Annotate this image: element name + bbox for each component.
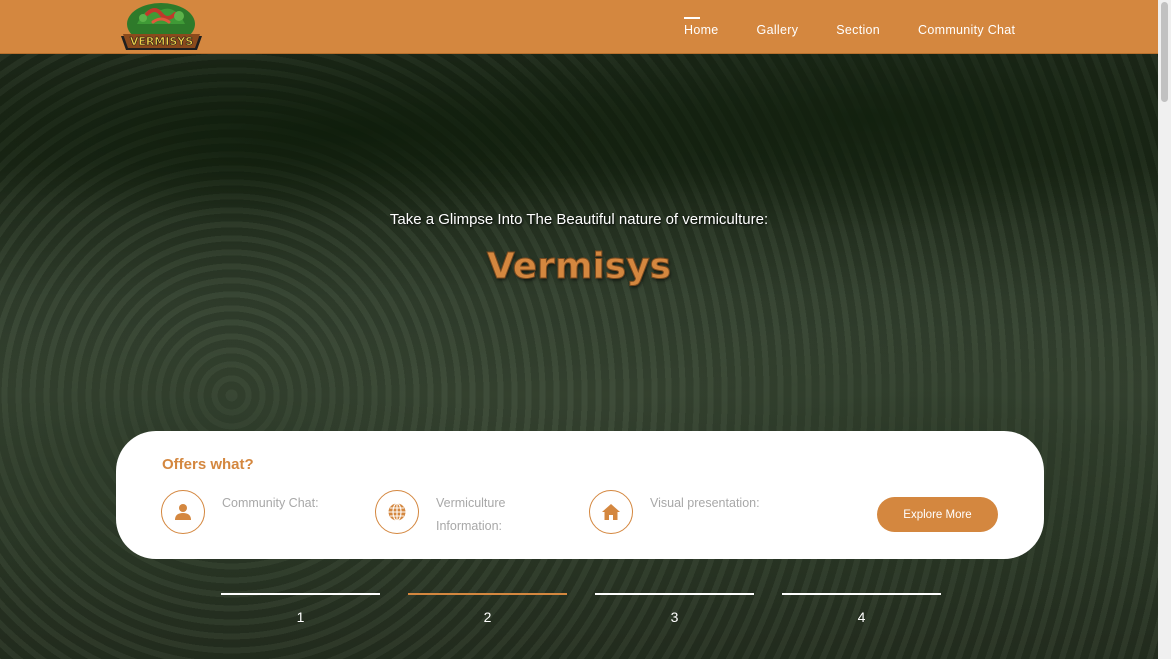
globe-icon [375,490,419,534]
logo-text: VERMISYS [130,35,193,48]
slider-indicators: 1 2 3 4 [221,593,969,625]
hero-background [0,0,1158,659]
slider-indicator-2[interactable]: 2 [408,593,567,625]
slider-indicator-4[interactable]: 4 [782,593,941,625]
hero-tagline: Take a Glimpse Into The Beautiful nature… [389,211,769,228]
nav-links: Home Gallery Section Community Chat [684,17,1053,37]
offers-card: Offers what? Community Chat: Vermicultur… [116,431,1044,559]
vermisys-logo[interactable]: VERMISYS [117,2,206,52]
hero-title: Vermisys [486,246,672,288]
slider-indicator-3[interactable]: 3 [595,593,754,625]
home-icon [589,490,633,534]
offer-label-visual-presentation: Visual presentation: [650,496,760,510]
scrollbar-thumb[interactable] [1161,2,1168,102]
slider-indicator-1[interactable]: 1 [221,593,380,625]
offers-title: Offers what? [162,456,254,473]
navbar: VERMISYS Home Gallery Section Community … [0,0,1158,54]
nav-link-home[interactable]: Home [684,17,719,37]
nav-link-section[interactable]: Section [836,23,880,37]
offer-label-vermiculture-information: Vermiculture Information: [436,496,506,533]
nav-link-gallery[interactable]: Gallery [757,23,799,37]
offer-label-community-chat: Community Chat: [222,496,319,510]
user-icon [161,490,205,534]
nav-link-community-chat[interactable]: Community Chat [918,23,1015,37]
explore-more-button[interactable]: Explore More [877,497,998,532]
page-scrollbar[interactable] [1158,0,1171,659]
